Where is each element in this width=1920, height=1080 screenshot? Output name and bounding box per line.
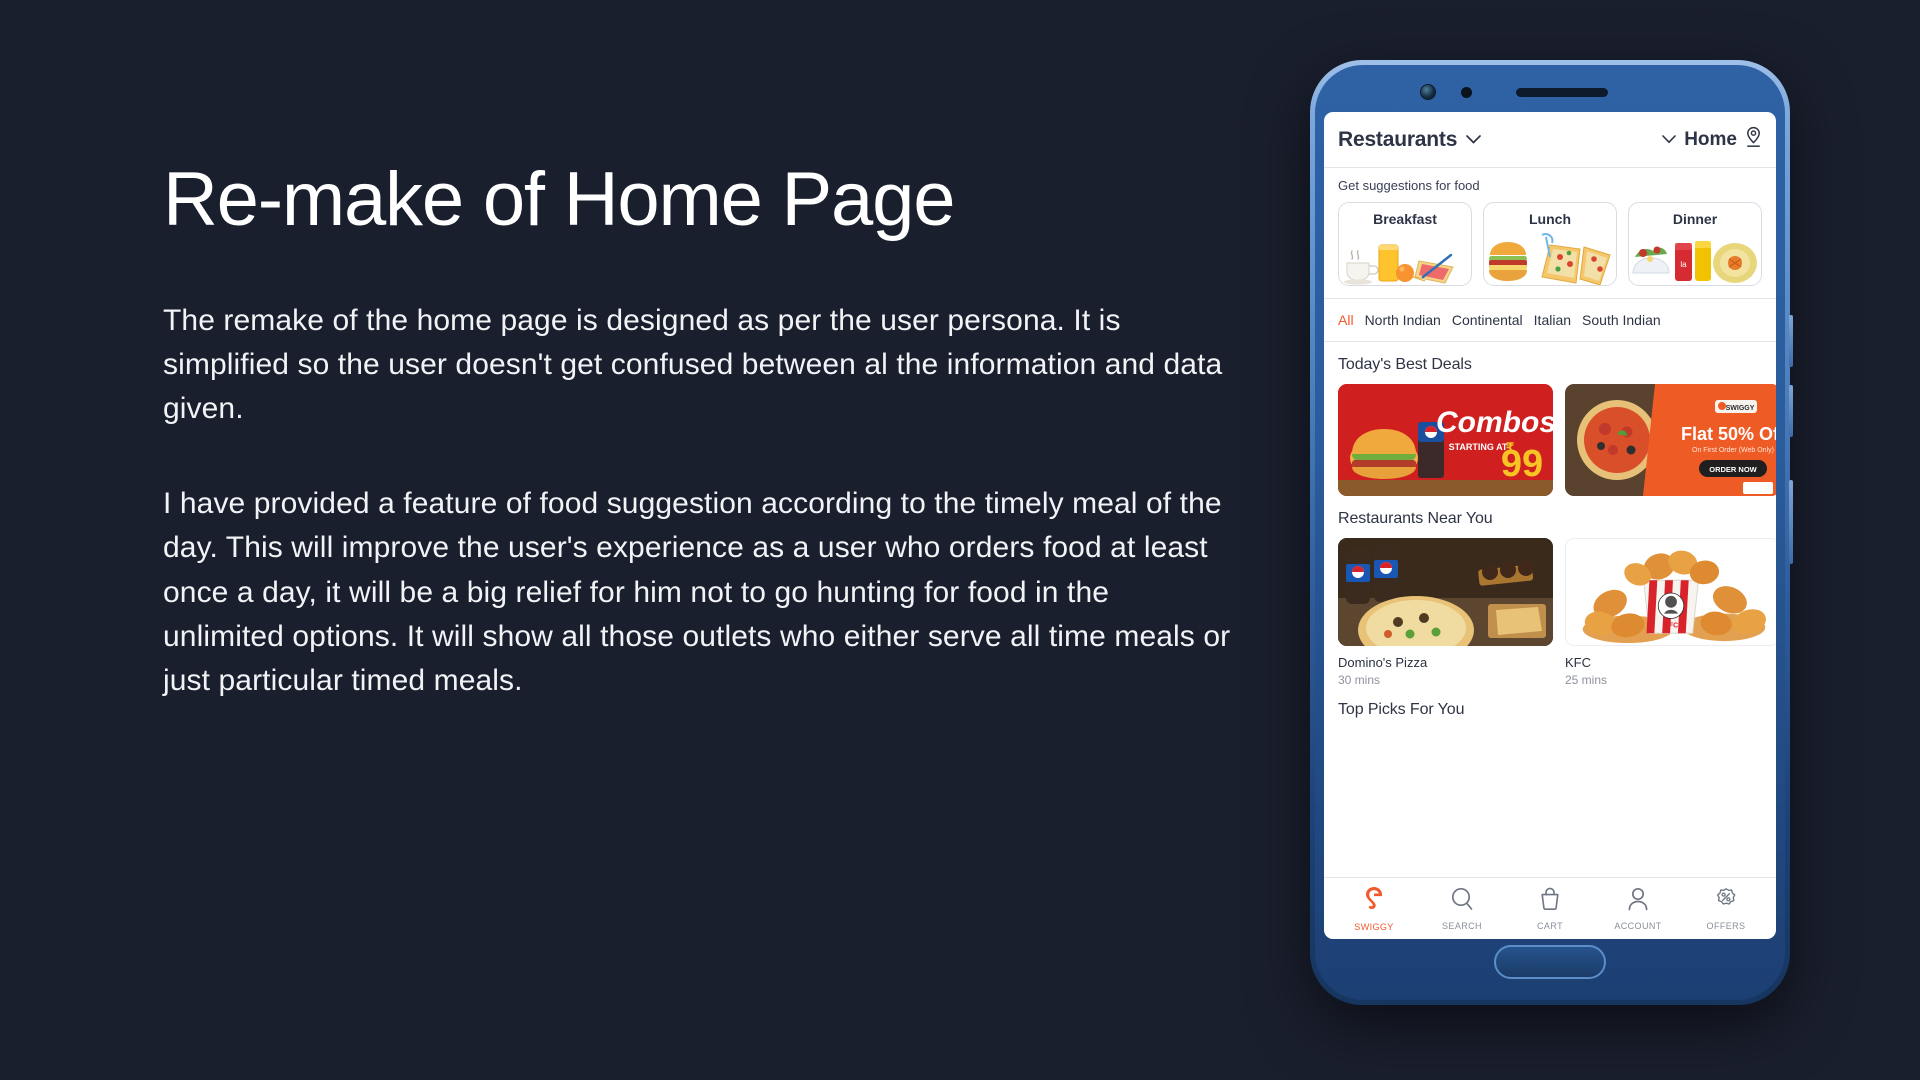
svg-text:ORDER NOW: ORDER NOW bbox=[1709, 465, 1757, 474]
svg-text:STARTING AT: STARTING AT bbox=[1449, 442, 1508, 452]
restaurant-name: KFC bbox=[1565, 655, 1591, 670]
pizza-photo-icon bbox=[1338, 538, 1553, 646]
nav-item-search[interactable]: SEARCH bbox=[1428, 887, 1496, 931]
map-pin-icon[interactable] bbox=[1745, 126, 1762, 153]
meal-card-lunch[interactable]: Lunch bbox=[1483, 202, 1617, 286]
svg-text:KFC: KFC bbox=[1664, 622, 1678, 629]
search-icon bbox=[1451, 887, 1473, 916]
sensor-icon bbox=[1461, 86, 1472, 98]
cuisine-tab-north-indian[interactable]: North Indian bbox=[1365, 312, 1441, 328]
deal-card-flat-50-off[interactable]: SWIGGY Flat 50% Off On First Order (Web … bbox=[1565, 384, 1776, 496]
svg-text:la: la bbox=[1680, 260, 1687, 269]
meal-label: Lunch bbox=[1529, 211, 1571, 227]
section-title-top-picks: Top Picks For You bbox=[1338, 701, 1465, 718]
nav-label: OFFERS bbox=[1706, 920, 1746, 931]
nav-label: ACCOUNT bbox=[1614, 920, 1662, 931]
svg-text:Flat 50% Off: Flat 50% Off bbox=[1681, 424, 1776, 444]
restaurants-carousel[interactable]: Domino's Pizza 30 mins KFC KFC 25 mins bbox=[1324, 538, 1776, 687]
section-title-todays-best-deals: Today's Best Deals bbox=[1338, 356, 1472, 373]
restaurant-card-kfc[interactable]: KFC KFC 25 mins bbox=[1565, 538, 1776, 687]
cart-icon bbox=[1539, 887, 1561, 916]
home-button[interactable] bbox=[1494, 945, 1606, 979]
food-suggestions-section: Get suggestions for food Breakfast Lunch… bbox=[1324, 168, 1776, 299]
restaurant-card-dominos[interactable]: Domino's Pizza 30 mins bbox=[1338, 538, 1553, 687]
restaurant-photo: KFC bbox=[1565, 538, 1776, 646]
header-title-group[interactable]: Restaurants bbox=[1338, 127, 1482, 152]
restaurant-delivery-time: 30 mins bbox=[1338, 673, 1381, 687]
nav-item-offers[interactable]: OFFERS bbox=[1692, 887, 1760, 931]
nav-label: CART bbox=[1537, 920, 1563, 931]
nav-item-swiggy[interactable]: SWIGGY bbox=[1340, 886, 1408, 932]
meal-card-dinner[interactable]: Dinner la bbox=[1628, 202, 1762, 286]
nav-label: SEARCH bbox=[1442, 920, 1482, 931]
restaurant-name: Domino's Pizza bbox=[1338, 655, 1428, 670]
cuisine-filter-bar: All North Indian Continental Italian Sou… bbox=[1324, 299, 1776, 342]
restaurant-photo bbox=[1338, 538, 1553, 646]
body-paragraph-2: I have provided a feature of food sugges… bbox=[163, 486, 1231, 698]
deals-carousel[interactable]: Combos STARTING AT ₹ 99 SWIGGY Flat 50% … bbox=[1324, 384, 1776, 496]
svg-text:Combos: Combos bbox=[1436, 406, 1553, 439]
svg-text:SWIGGY: SWIGGY bbox=[1726, 405, 1755, 412]
cuisine-tab-continental[interactable]: Continental bbox=[1452, 312, 1523, 328]
page-title: Re-make of Home Page bbox=[163, 157, 955, 242]
swiggy-logo-icon bbox=[1365, 886, 1383, 917]
dinner-art-icon: la bbox=[1632, 241, 1757, 283]
phone-mockup: Restaurants Home Get suggestions for foo… bbox=[1310, 60, 1793, 1005]
flat-50-banner-art: SWIGGY Flat 50% Off On First Order (Web … bbox=[1565, 384, 1776, 496]
location-label: Home bbox=[1684, 128, 1737, 150]
phone-top-bezel bbox=[1324, 72, 1776, 112]
account-icon bbox=[1627, 887, 1649, 916]
cuisine-tab-italian[interactable]: Italian bbox=[1534, 312, 1571, 328]
kfc-photo-icon: KFC bbox=[1566, 539, 1776, 645]
phone-body: Restaurants Home Get suggestions for foo… bbox=[1315, 65, 1785, 1000]
nav-item-cart[interactable]: CART bbox=[1516, 887, 1584, 931]
breakfast-art-icon bbox=[1344, 244, 1454, 285]
restaurant-delivery-time: 25 mins bbox=[1565, 673, 1608, 687]
offers-icon bbox=[1714, 887, 1738, 916]
meal-card-row: Breakfast Lunch Dinner la bbox=[1338, 202, 1762, 286]
cuisine-tab-south-indian[interactable]: South Indian bbox=[1582, 312, 1661, 328]
svg-text:99: 99 bbox=[1501, 443, 1543, 485]
earpiece-speaker bbox=[1516, 87, 1608, 97]
combos-banner-art: Combos STARTING AT ₹ 99 bbox=[1338, 384, 1553, 496]
meal-label: Dinner bbox=[1672, 211, 1718, 227]
meal-card-breakfast[interactable]: Breakfast bbox=[1338, 202, 1472, 286]
front-camera-icon bbox=[1420, 84, 1436, 100]
phone-volume-button bbox=[1789, 315, 1793, 367]
chevron-down-icon[interactable] bbox=[1466, 132, 1482, 147]
phone-bottom-bezel bbox=[1324, 939, 1776, 993]
bottom-navigation-bar: SWIGGY SEARCH CART ACCOUNT OFFERS bbox=[1324, 877, 1776, 939]
home-feed[interactable]: Today's Best Deals Combos STARTING AT ₹ … bbox=[1324, 342, 1776, 877]
phone-screen: Restaurants Home Get suggestions for foo… bbox=[1324, 112, 1776, 939]
cuisine-tab-all[interactable]: All bbox=[1338, 312, 1354, 328]
slide-copy: Re-make of Home Page The remake of the h… bbox=[163, 157, 1253, 704]
section-title-restaurants-near-you: Restaurants Near You bbox=[1338, 510, 1493, 527]
phone-volume-down-button bbox=[1789, 385, 1793, 437]
body-paragraph-1: The remake of the home page is designed … bbox=[163, 303, 1223, 426]
deal-card-combos[interactable]: Combos STARTING AT ₹ 99 bbox=[1338, 384, 1553, 496]
location-chevron-down-icon[interactable] bbox=[1662, 132, 1677, 147]
nav-label: SWIGGY bbox=[1354, 921, 1394, 932]
slide-root: Re-make of Home Page The remake of the h… bbox=[0, 0, 1920, 1080]
page-header-title: Restaurants bbox=[1338, 127, 1458, 151]
svg-text:On First Order (Web Only): On First Order (Web Only) bbox=[1692, 447, 1774, 454]
meal-label: Breakfast bbox=[1373, 211, 1437, 227]
lunch-art-icon bbox=[1489, 233, 1611, 285]
header-location-group[interactable]: Home bbox=[1662, 126, 1762, 153]
suggestions-label: Get suggestions for food bbox=[1338, 178, 1480, 193]
phone-power-button bbox=[1789, 480, 1793, 564]
nav-item-account[interactable]: ACCOUNT bbox=[1604, 887, 1672, 931]
app-header: Restaurants Home bbox=[1324, 112, 1776, 168]
